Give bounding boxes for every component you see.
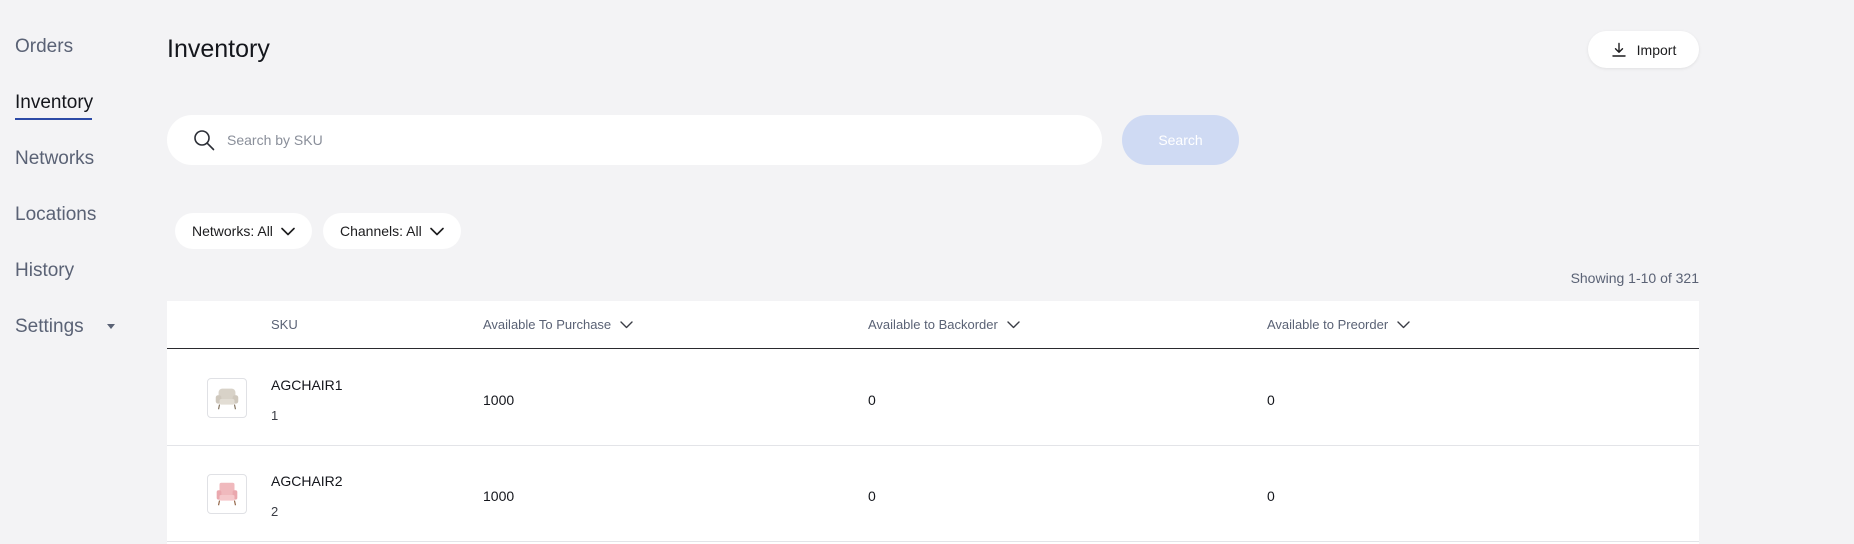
- page-title: Inventory: [167, 35, 270, 63]
- sidebar: Orders Inventory Networks Locations Hist…: [0, 0, 118, 544]
- inventory-table: SKU Available To Purchase Available to B…: [167, 301, 1699, 544]
- chevron-down-icon: [281, 227, 295, 235]
- sidebar-item-locations[interactable]: Locations: [15, 204, 96, 226]
- search-icon: [194, 130, 215, 151]
- import-button-label: Import: [1636, 41, 1677, 58]
- sku-code: AGCHAIR1: [271, 377, 343, 393]
- column-header-label: SKU: [271, 317, 298, 332]
- sku-subtext: 1: [271, 408, 279, 423]
- channels-filter[interactable]: Channels: All: [323, 213, 461, 249]
- sku-code: AGCHAIR2: [271, 473, 343, 489]
- column-header-label: Available to Preorder: [1267, 317, 1389, 332]
- sidebar-item-orders[interactable]: Orders: [15, 36, 73, 58]
- sort-chevron-icon: [1397, 320, 1410, 328]
- networks-filter-label: Networks: All: [192, 223, 273, 239]
- armchair-icon: [215, 388, 239, 410]
- table-row[interactable]: AGCHAIR1 1 1000 0 0: [167, 350, 1699, 446]
- column-header-available-to-backorder[interactable]: Available to Backorder: [868, 317, 1020, 332]
- sort-chevron-icon: [620, 320, 633, 328]
- chevron-down-icon: [429, 227, 444, 235]
- column-header-sku: SKU: [271, 317, 298, 332]
- networks-filter[interactable]: Networks: All: [175, 213, 312, 249]
- column-header-available-to-purchase[interactable]: Available To Purchase: [483, 317, 633, 332]
- results-count: Showing 1-10 of 321: [1570, 270, 1699, 286]
- caret-down-icon[interactable]: [107, 324, 115, 329]
- available-to-purchase-value: 1000: [483, 392, 515, 408]
- available-to-backorder-value: 0: [868, 488, 876, 504]
- sidebar-item-settings[interactable]: Settings: [15, 316, 84, 338]
- import-button[interactable]: Import: [1588, 31, 1699, 68]
- channels-filter-label: Channels: All: [340, 223, 422, 239]
- column-header-available-to-preorder[interactable]: Available to Preorder: [1267, 317, 1410, 332]
- available-to-purchase-value: 1000: [483, 488, 515, 504]
- column-header-label: Available to Backorder: [868, 317, 998, 332]
- available-to-preorder-value: 0: [1267, 488, 1275, 504]
- sort-chevron-icon: [1007, 320, 1020, 328]
- search-button[interactable]: Search: [1122, 115, 1239, 165]
- sidebar-item-inventory[interactable]: Inventory: [15, 92, 93, 114]
- table-header: SKU Available To Purchase Available to B…: [167, 301, 1699, 349]
- active-nav-indicator: [15, 118, 92, 120]
- column-header-label: Available To Purchase: [483, 317, 612, 332]
- available-to-preorder-value: 0: [1267, 392, 1275, 408]
- sidebar-item-networks[interactable]: Networks: [15, 148, 94, 170]
- product-thumbnail: [207, 474, 247, 514]
- product-thumbnail: [207, 378, 247, 418]
- download-icon: [1611, 42, 1626, 57]
- table-row[interactable]: AGCHAIR2 2 1000 0 0: [167, 446, 1699, 542]
- armchair-icon: [216, 482, 238, 506]
- sku-subtext: 2: [271, 504, 279, 519]
- search-bar: [167, 115, 1102, 165]
- search-input[interactable]: [227, 115, 1087, 165]
- sidebar-item-history[interactable]: History: [15, 260, 74, 282]
- available-to-backorder-value: 0: [868, 392, 876, 408]
